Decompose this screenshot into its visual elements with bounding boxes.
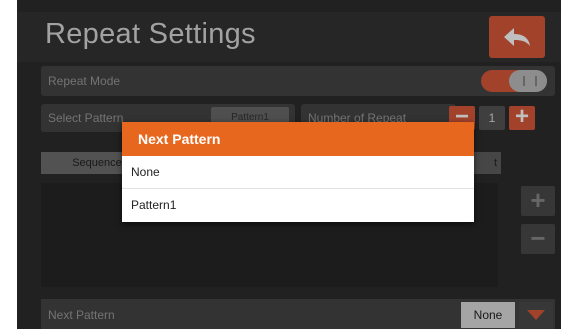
next-pattern-dialog: Next Pattern None Pattern1 [122, 122, 474, 222]
repeat-settings-screen: Repeat Settings Repeat Mode Select Patte… [17, 0, 561, 329]
dialog-option-pattern1[interactable]: Pattern1 [122, 189, 474, 221]
dialog-title: Next Pattern [122, 122, 474, 156]
dialog-option-none[interactable]: None [122, 156, 474, 188]
